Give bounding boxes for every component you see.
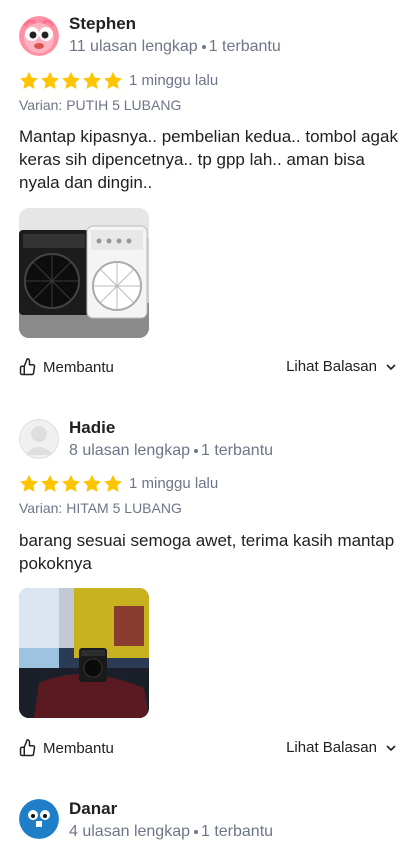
helpful-count: 1 terbantu — [200, 823, 274, 840]
review-count: 4 ulasan lengkap — [69, 823, 190, 840]
reviewer-name[interactable]: Danar — [69, 799, 117, 819]
separator-dot — [193, 829, 198, 834]
avatar-cartoon-icon — [19, 799, 59, 839]
reviewer-meta: 4 ulasan lengkap 1 terbantu — [69, 822, 273, 842]
user-avatar[interactable] — [19, 799, 59, 839]
review-card: Danar 4 ulasan lengkap 1 terbantu — [0, 0, 419, 840]
